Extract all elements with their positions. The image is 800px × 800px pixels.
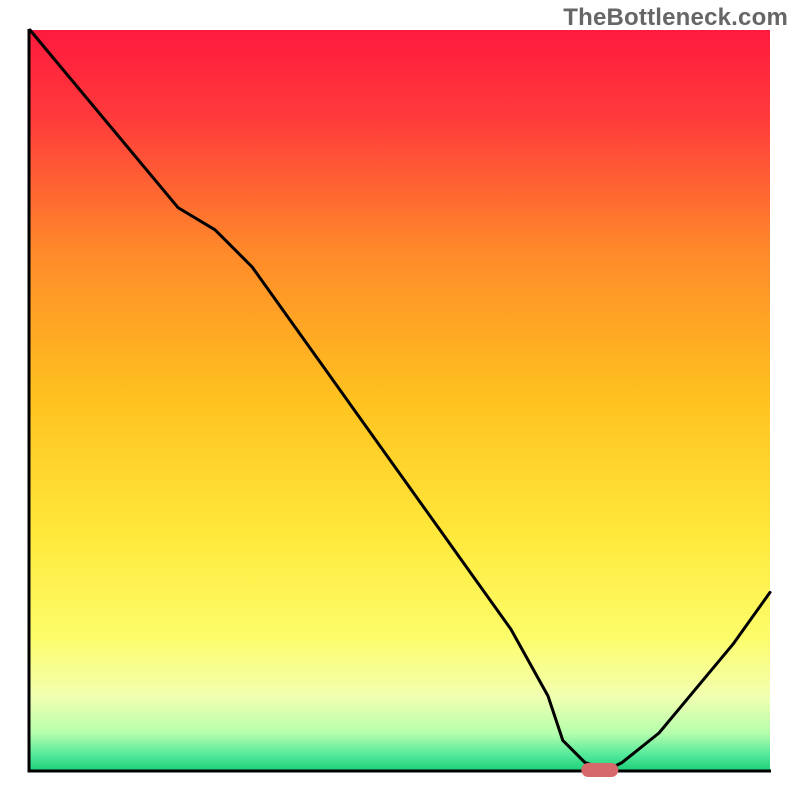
optimal-marker [581,763,618,777]
bottleneck-chart [0,0,800,800]
chart-background [30,30,770,770]
